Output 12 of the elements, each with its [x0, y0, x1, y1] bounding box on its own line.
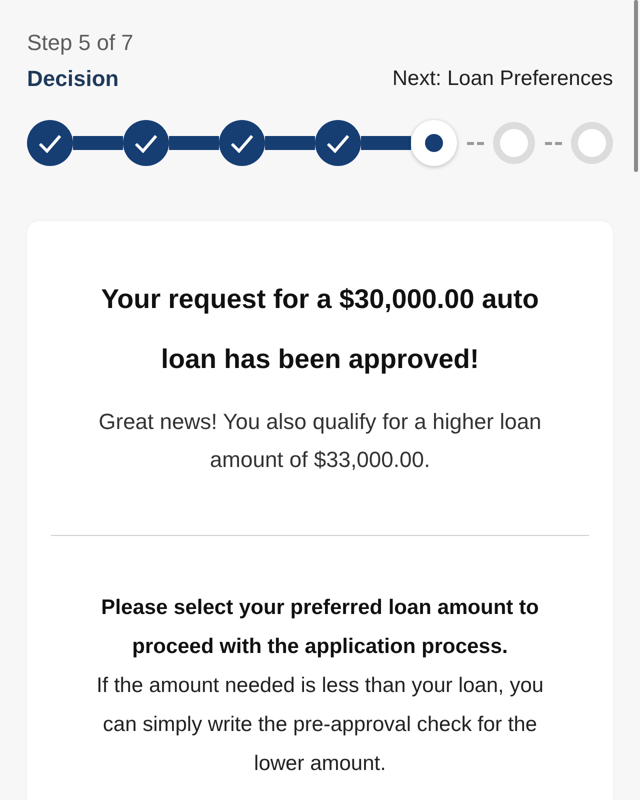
step-counter: Step 5 of 7 — [27, 29, 134, 57]
progress-connector — [265, 136, 315, 150]
progress-connector — [73, 136, 123, 150]
instruction-heading: Please select your preferred loan amount to proceed with the application process. — [100, 595, 540, 660]
progress-connector — [169, 136, 219, 150]
approval-heading: Your request for a $30,000.00 auto loan has been approved! — [100, 283, 540, 376]
scrollbar[interactable] — [634, 0, 638, 172]
next-step-label: Next: Loan Preferences — [392, 66, 613, 92]
higher-amount-text: Great news! You also qualify for a higher loan amount of $33,000.00. — [98, 408, 542, 474]
instruction-text: If the amount needed is less than your loan, you can simply write the pre-approval check for the lower amount. — [95, 673, 545, 777]
current-step-title: Decision — [27, 65, 119, 93]
progress-connector — [361, 136, 411, 150]
